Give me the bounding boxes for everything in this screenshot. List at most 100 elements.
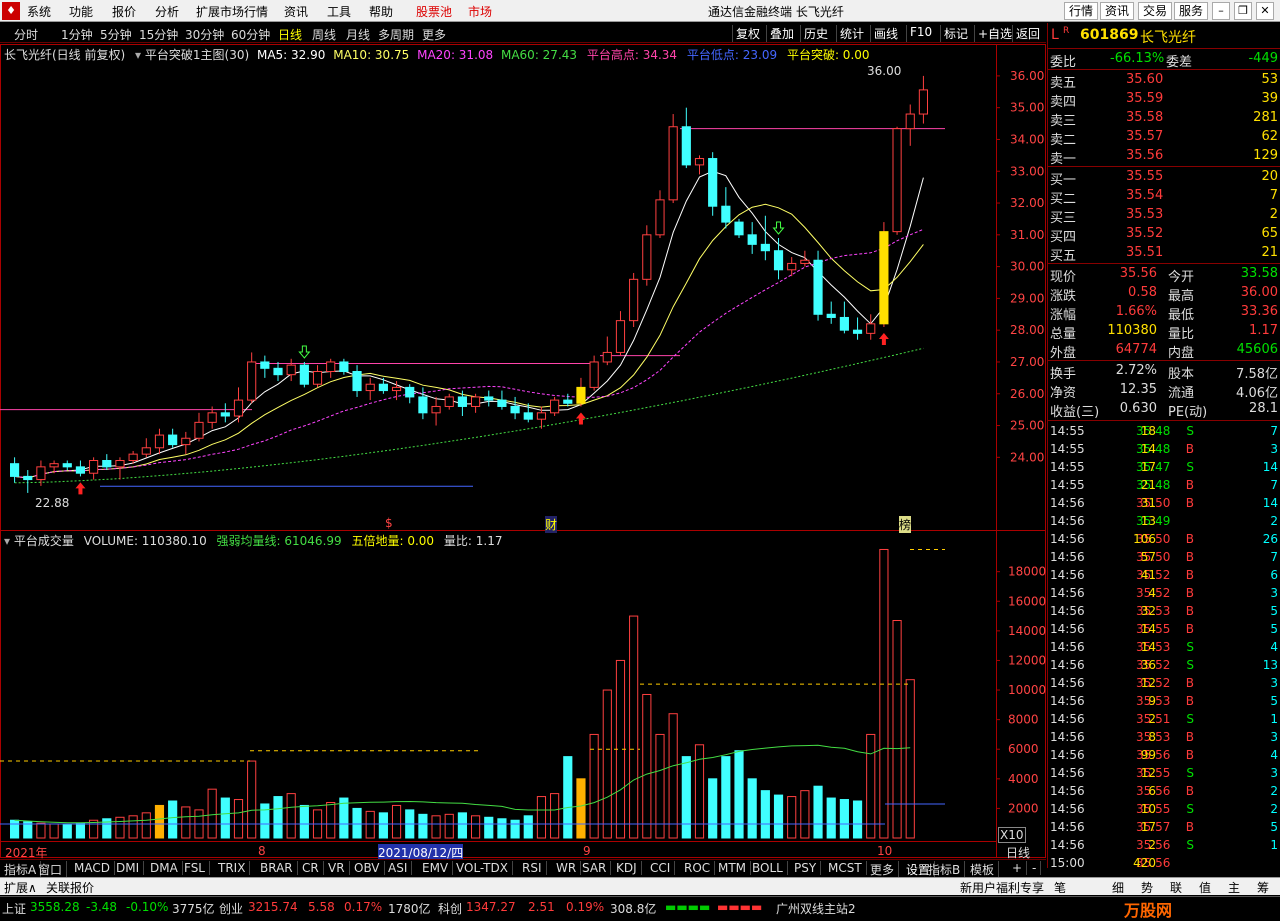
side-tab-1[interactable]: 细 — [1112, 879, 1124, 896]
volume-bar — [326, 801, 336, 839]
btn-news[interactable]: 资讯 — [1100, 2, 1135, 20]
chevron-down-icon[interactable]: ▾ — [135, 48, 141, 62]
indicator-b-tab[interactable]: - — [1028, 861, 1042, 875]
side-tab-3[interactable]: 联 — [1170, 879, 1182, 896]
ma10-value: MA10: 30.75 — [333, 48, 410, 62]
indicator-tab[interactable]: WR — [552, 861, 582, 875]
volume-bar — [655, 733, 665, 839]
tick-cell: 12 — [1140, 766, 1156, 780]
main-indicator-header: 长飞光纤(日线 前复权) ▾ 平台突破1主图(30) MA5: 32.90 MA… — [4, 46, 870, 63]
volume-bar — [207, 788, 217, 839]
side-tab-2[interactable]: 势 — [1141, 879, 1153, 896]
kc-index: 1347.27 — [466, 900, 516, 914]
event-marker-finance[interactable]: 财 — [545, 516, 558, 533]
candle-body — [89, 460, 99, 474]
tick-cell: 31 — [1140, 496, 1156, 510]
indicator-tab[interactable]: ASI — [384, 861, 413, 875]
volume-bar — [813, 785, 823, 839]
side-tab-0[interactable]: 笔 — [1054, 879, 1066, 896]
event-marker-dividend[interactable]: $ — [385, 516, 393, 530]
formula-name[interactable]: 平台突破1主图(30) — [145, 48, 249, 62]
candle-body — [444, 396, 454, 407]
indicator-tab[interactable]: CR — [298, 861, 324, 875]
candle-body — [299, 364, 309, 385]
chevron-down-icon[interactable]: ▾ — [4, 534, 10, 548]
indicator-tab[interactable]: SAR — [578, 861, 612, 875]
event-marker-rank[interactable]: 榜 — [899, 516, 912, 533]
server-name[interactable]: 广州双线主站2 — [776, 900, 856, 917]
new-user-benefit[interactable]: 新用户福利专享 — [960, 879, 1044, 896]
sell-arrow-icon — [298, 345, 311, 359]
tick-cell: 14 — [1140, 442, 1156, 456]
bid-row: 买三 35.53 2 — [1048, 206, 1280, 226]
indicator-tab[interactable]: VR — [324, 861, 350, 875]
tick-cell: 14:56 — [1050, 604, 1085, 618]
indicator-tab[interactable]: BOLL — [748, 861, 788, 875]
indicator-tab[interactable]: MTM — [714, 861, 752, 875]
volume-bar — [181, 806, 191, 839]
btn-quote[interactable]: 行情 — [1064, 2, 1099, 20]
ask-row: 卖五 35.60 53 — [1048, 71, 1280, 91]
indicator-tab[interactable]: VOL-TDX — [452, 861, 513, 875]
indicator-tab[interactable]: MCST — [824, 861, 867, 875]
indicator-tab[interactable]: EMV — [418, 861, 454, 875]
indicator-tab[interactable]: PSY — [790, 861, 822, 875]
candle-body — [536, 412, 547, 420]
ask-row-cell: 35.56 — [1126, 148, 1164, 163]
volume-bar — [365, 810, 375, 839]
candle-body — [852, 329, 863, 334]
tick-cell: 14:56 — [1050, 802, 1085, 816]
candle-body — [168, 434, 178, 446]
minimize-icon[interactable]: – — [1212, 2, 1230, 20]
candle-body — [510, 405, 520, 414]
indicator-tab[interactable]: ROC — [680, 861, 716, 875]
fundamental-row-cell: 收益(三) — [1050, 405, 1100, 420]
indicator-tab[interactable]: KDJ — [612, 861, 642, 875]
volume-indicator-header: ▾ 平台成交量 VOLUME: 110380.10 强弱均量线: 61046.9… — [4, 532, 502, 549]
indicator-b-tab[interactable]: 指标B — [924, 861, 966, 878]
indicator-tab[interactable]: MACD — [70, 861, 115, 875]
indicator-tab[interactable]: TRIX — [214, 861, 251, 875]
sh-pct: -0.10% — [126, 900, 169, 914]
ytick-label: 36.00 — [1010, 69, 1044, 83]
ext-toggle[interactable]: 扩展∧ — [4, 879, 37, 896]
tick-cell: 14:56 — [1050, 784, 1085, 798]
indicator-tab[interactable]: BRAR — [256, 861, 298, 875]
kline-chart[interactable]: 24.00 25.00 26.00 27.00 28.00 29.00 30.00 31.00… — [0, 0, 1046, 880]
tick-cell: 14:56 — [1050, 496, 1085, 510]
bid-row-cell: 买一 — [1050, 173, 1077, 188]
btn-trade[interactable]: 交易 — [1138, 2, 1173, 20]
indicator-tab[interactable]: DMI — [112, 861, 145, 875]
stat-row: 涨跌 0.58 最高 36.00 — [1048, 284, 1280, 304]
indicator-tab[interactable]: DMA — [146, 861, 183, 875]
side-tab-5[interactable]: 主 — [1228, 879, 1240, 896]
indicator-tab[interactable]: OBV — [350, 861, 385, 875]
indicator-tab[interactable]: RSI — [518, 861, 547, 875]
candle-body — [102, 460, 112, 468]
restore-icon[interactable]: ❐ — [1234, 2, 1252, 20]
fundamental-row-cell: PE(动) — [1168, 405, 1208, 420]
indicator-tab[interactable]: FSL — [180, 861, 210, 875]
volume-formula-name[interactable]: 平台成交量 — [14, 534, 74, 548]
side-tab-6[interactable]: 筹 — [1257, 879, 1269, 896]
vol-ytick-label: 8000 — [1008, 713, 1039, 727]
volume-bar — [260, 803, 270, 839]
candle-body — [747, 234, 757, 245]
indicator-b-tab[interactable]: + — [1008, 861, 1028, 875]
stat-row-cell: 64774 — [1115, 342, 1157, 357]
bid-row-cell: 35.52 — [1126, 226, 1164, 241]
volume-bar — [378, 812, 388, 839]
btn-service[interactable]: 服务 — [1174, 2, 1209, 20]
related-quotes[interactable]: 关联报价 — [46, 879, 94, 896]
close-icon[interactable]: ✕ — [1256, 2, 1274, 20]
vol-scale-label[interactable]: X10 — [998, 827, 1026, 843]
indicator-tab[interactable]: 更多 — [866, 861, 900, 878]
vol-ytick-label: 18000 — [1008, 565, 1046, 579]
side-tab-4[interactable]: 值 — [1199, 879, 1211, 896]
volume-bar — [681, 756, 691, 839]
tick-cell: 14:56 — [1050, 532, 1085, 546]
indicator-tab[interactable]: CCI — [646, 861, 676, 875]
indicator-b-tab[interactable]: 模板 — [966, 861, 1000, 878]
indicator-tab[interactable]: 窗口 — [34, 861, 68, 878]
volume-bar — [839, 799, 849, 839]
